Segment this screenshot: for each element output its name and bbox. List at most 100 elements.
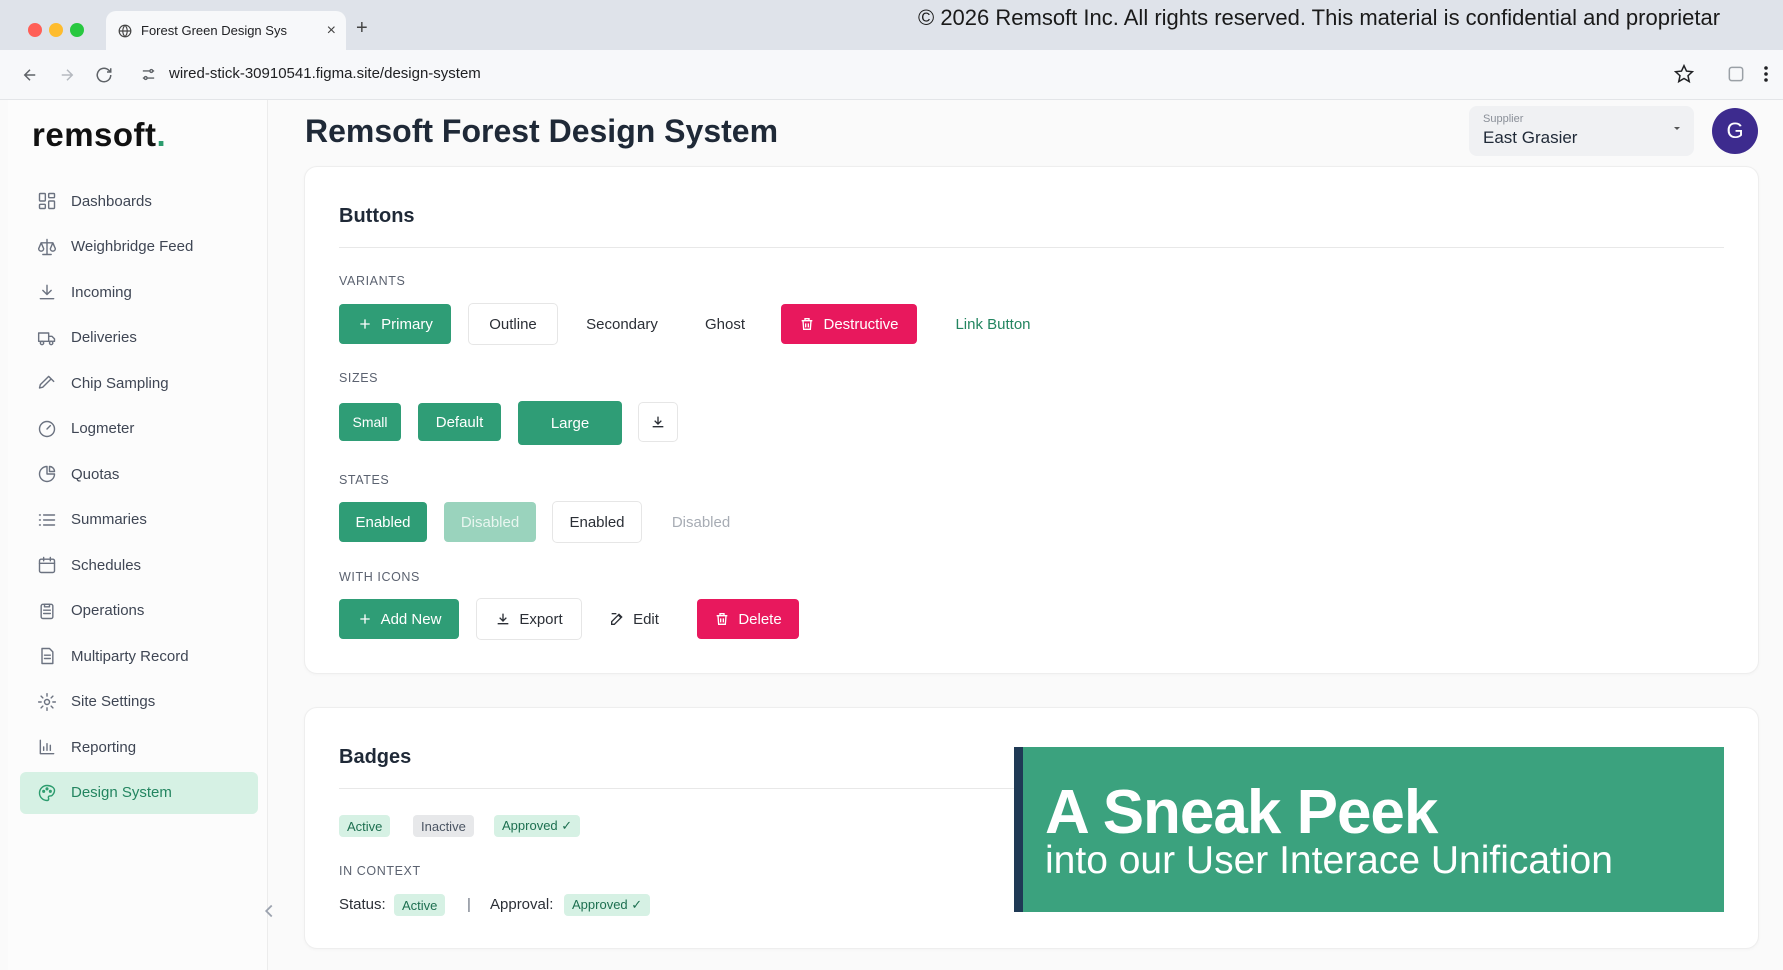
new-tab-button[interactable]: + <box>356 17 368 40</box>
edit-button[interactable]: Edit <box>599 599 669 639</box>
states-label: STATES <box>339 473 390 487</box>
trash-icon <box>802 318 813 330</box>
icon-button[interactable] <box>639 403 677 441</box>
destructive-button[interactable]: Destructive <box>781 304 917 344</box>
export-button[interactable]: Export <box>477 599 581 639</box>
sidebar-item-summaries[interactable]: Summaries <box>20 499 258 541</box>
add-new-button[interactable]: Add New <box>339 599 459 639</box>
user-avatar[interactable]: G <box>1712 108 1758 154</box>
supplier-label: Supplier <box>1483 113 1524 125</box>
copyright-notice: © 2026 Remsoft Inc. All rights reserved.… <box>918 5 1721 30</box>
sidebar-item-label: Weighbridge Feed <box>71 238 194 255</box>
sidebar-item-operations[interactable]: Operations <box>20 590 258 632</box>
sidebar-item-label: Operations <box>71 602 145 619</box>
sidebar-item-dashboards[interactable]: Dashboards <box>20 180 258 222</box>
truck-icon <box>37 328 57 348</box>
site-settings-icon[interactable] <box>140 66 157 83</box>
sidebar-item-weighbridge-feed[interactable]: Weighbridge Feed <box>20 226 258 268</box>
sidebar-item-reporting[interactable]: Reporting <box>20 726 258 768</box>
remsoft-logo[interactable]: remsoft. <box>32 116 166 154</box>
sidebar-item-design-system[interactable]: Design System <box>20 771 258 814</box>
sidebar-item-incoming[interactable]: Incoming <box>20 271 258 313</box>
extension-icon[interactable] <box>1726 64 1746 84</box>
small-button[interactable]: Small <box>339 403 401 441</box>
download-icon <box>37 282 57 302</box>
download-icon <box>652 416 664 428</box>
delete-button[interactable]: Delete <box>697 599 799 639</box>
browser-tab[interactable]: Forest Green Design Sys × <box>106 11 346 50</box>
enabled-outline-button[interactable]: Enabled <box>553 502 641 542</box>
small-button-label: Small <box>352 414 388 430</box>
supplier-value: East Grasier <box>1483 128 1578 147</box>
sidebar-item-label: Reporting <box>71 738 137 756</box>
browser-menu-icon[interactable] <box>1763 64 1769 84</box>
list-icon <box>37 510 57 530</box>
outline-button[interactable]: Outline <box>469 304 557 344</box>
plus-icon <box>359 614 370 624</box>
sidebar-item-deliveries[interactable]: Deliveries <box>20 317 258 359</box>
default-button[interactable]: Default <box>418 403 501 441</box>
forward-arrow-icon[interactable] <box>58 66 76 84</box>
browser-toolbar: wired-stick-30910541.figma.site/design-s… <box>0 50 1783 100</box>
secondary-button-label: Secondary <box>586 315 658 333</box>
sidebar-item-label: Logmeter <box>71 420 135 437</box>
edit-button-label: Edit <box>633 610 659 628</box>
gear-icon <box>37 692 57 712</box>
close-window-button[interactable] <box>28 23 42 37</box>
context-separator: | <box>467 896 471 913</box>
tab-close-icon[interactable]: × <box>327 22 336 40</box>
bookmark-star-icon[interactable] <box>1674 64 1694 84</box>
file-icon <box>37 646 57 666</box>
badges-card-title: Badges <box>339 746 412 768</box>
sidebar-item-site-settings[interactable]: Site Settings <box>20 681 258 723</box>
pie-chart-icon <box>37 464 57 484</box>
collapse-sidebar-icon[interactable] <box>258 900 280 922</box>
delete-button-label: Delete <box>738 610 782 628</box>
large-button-label: Large <box>550 414 590 432</box>
edit-icon <box>611 613 623 625</box>
enabled-primary-button[interactable]: Enabled <box>339 502 427 542</box>
supplier-select[interactable]: Supplier East Grasier <box>1469 106 1694 156</box>
reload-icon[interactable] <box>95 66 113 84</box>
sidebar-item-label: Deliveries <box>71 329 137 346</box>
buttons-card-title: Buttons <box>339 205 415 227</box>
primary-button[interactable]: Primary <box>339 304 451 344</box>
card-divider <box>339 788 1019 789</box>
back-arrow-icon[interactable] <box>21 66 39 84</box>
sidebar-item-label: Design System <box>71 784 172 801</box>
logo-text: remsoft <box>32 116 157 153</box>
approval-badge: Approved ✓ <box>564 894 651 916</box>
sidebar-item-multiparty-record[interactable]: Multiparty Record <box>20 635 258 677</box>
tab-title: Forest Green Design Sys <box>141 23 287 38</box>
logo-dot: . <box>156 116 167 153</box>
sidebar-item-label: Chip Sampling <box>71 374 169 392</box>
maximize-window-button[interactable] <box>70 23 84 37</box>
disabled-outline-button: Disabled <box>657 502 745 542</box>
enabled-primary-label: Enabled <box>355 513 411 531</box>
sidebar-item-label: Schedules <box>71 556 142 574</box>
gauge-icon <box>37 419 57 439</box>
sizes-label: SIZES <box>339 371 379 385</box>
sidebar-item-quotas[interactable]: Quotas <box>20 453 258 495</box>
sidebar-item-schedules[interactable]: Schedules <box>20 544 258 586</box>
sidebar-item-label: Quotas <box>71 465 120 483</box>
minimize-window-button[interactable] <box>49 23 63 37</box>
variants-label: VARIANTS <box>339 274 406 288</box>
link-button[interactable]: Link Button <box>931 304 1055 344</box>
address-bar[interactable]: wired-stick-30910541.figma.site/design-s… <box>169 65 481 82</box>
large-button[interactable]: Large <box>518 401 622 445</box>
approval-label: Approval: <box>490 896 554 913</box>
status-label: Status: <box>339 896 386 913</box>
dashboard-icon <box>37 191 57 211</box>
calendar-icon <box>37 555 57 575</box>
sidebar-item-logmeter[interactable]: Logmeter <box>20 408 258 450</box>
sidebar-item-label: Site Settings <box>71 693 156 710</box>
ghost-button[interactable]: Ghost <box>685 304 765 344</box>
sidebar-item-chip-sampling[interactable]: Chip Sampling <box>20 362 258 404</box>
inactive-badge: Inactive <box>413 815 474 837</box>
card-divider <box>339 247 1724 248</box>
scale-icon <box>37 237 57 257</box>
secondary-button[interactable]: Secondary <box>570 304 674 344</box>
browser-tab-bar: Forest Green Design Sys × + © 2026 Remso… <box>0 0 1783 50</box>
add-new-button-label: Add New <box>380 610 442 628</box>
